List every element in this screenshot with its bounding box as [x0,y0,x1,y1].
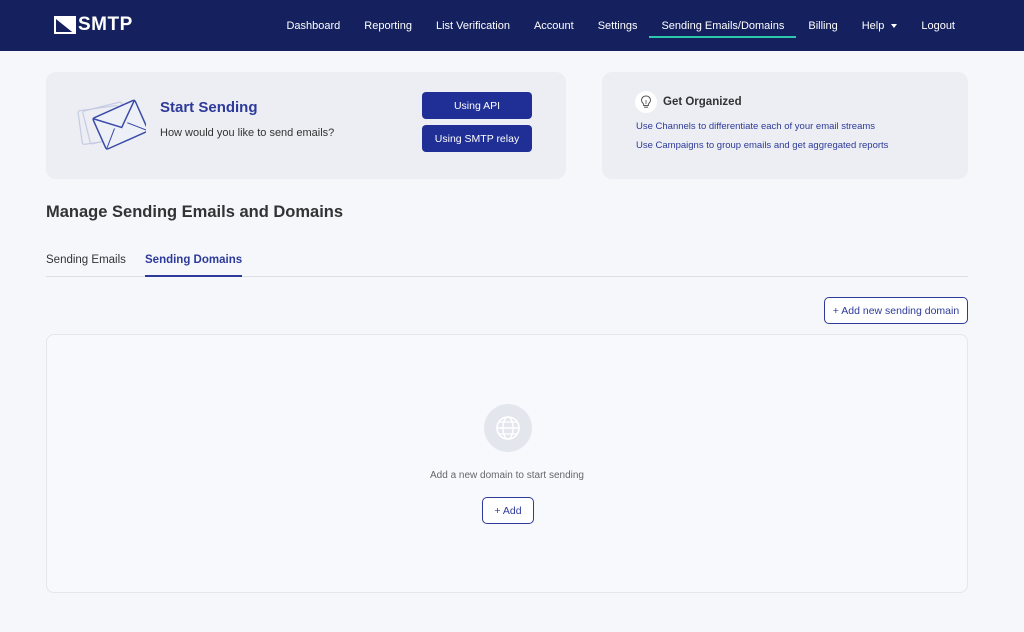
nav-item-sending-emails-domains[interactable]: Sending Emails/Domains [649,0,797,51]
nav-item-billing[interactable]: Billing [808,0,837,51]
nav-item-settings[interactable]: Settings [598,0,638,51]
nav-item-help[interactable]: Help [862,0,898,51]
empty-state-panel: Add a new domain to start sending + Add [46,334,968,593]
nav-item-reporting[interactable]: Reporting [364,0,412,51]
logo[interactable]: SMTP [54,14,133,36]
top-navbar: SMTP Dashboard Reporting List Verificati… [0,0,1024,51]
nav-label: Logout [921,19,955,32]
lightbulb-icon-badge [635,91,657,113]
nav-menu: Dashboard Reporting List Verification Ac… [262,0,1024,51]
nav-label: Help [861,19,885,32]
lightbulb-icon [640,95,652,108]
add-new-sending-domain-button[interactable]: + Add new sending domain [824,297,968,324]
start-sending-title: Start Sending [160,99,258,116]
tab-sending-domains[interactable]: Sending Domains [145,254,243,277]
campaigns-link[interactable]: Use Campaigns to group emails and get ag… [636,140,888,151]
nav-label: Sending Emails/Domains [661,19,785,32]
logo-text: SMTP [78,14,133,35]
tab-sending-emails[interactable]: Sending Emails [46,254,126,266]
get-organized-card: Get Organized Use Channels to differenti… [602,72,968,179]
nav-item-logout[interactable]: Logout [921,0,955,51]
globe-icon [496,416,520,440]
nav-item-account[interactable]: Account [534,0,574,51]
add-domain-button[interactable]: + Add [482,497,534,524]
caret-down-icon [891,23,898,28]
using-api-button[interactable]: Using API [422,92,532,119]
page-title: Manage Sending Emails and Domains [46,203,344,221]
nav-label: Settings [597,19,638,32]
nav-label: Reporting [364,19,412,32]
start-sending-subtitle: How would you like to send emails? [160,127,335,139]
start-sending-card: Start Sending How would you like to send… [46,72,566,179]
nav-label: Billing [808,19,838,32]
globe-icon-badge [484,404,532,452]
nav-label: Dashboard [286,19,341,32]
envelope-illustration-icon [77,99,146,150]
tabs-bar: Sending Emails Sending Domains [46,250,968,277]
nav-label: List Verification [435,19,510,32]
get-organized-title: Get Organized [663,96,742,108]
nav-item-dashboard[interactable]: Dashboard [286,0,340,51]
nav-label: Account [533,19,574,32]
using-smtp-relay-button[interactable]: Using SMTP relay [422,125,532,152]
channels-link[interactable]: Use Channels to differentiate each of yo… [636,121,875,132]
empty-state-text: Add a new domain to start sending [430,470,584,481]
envelope-logo-icon [54,16,76,34]
nav-item-list-verification[interactable]: List Verification [436,0,510,51]
